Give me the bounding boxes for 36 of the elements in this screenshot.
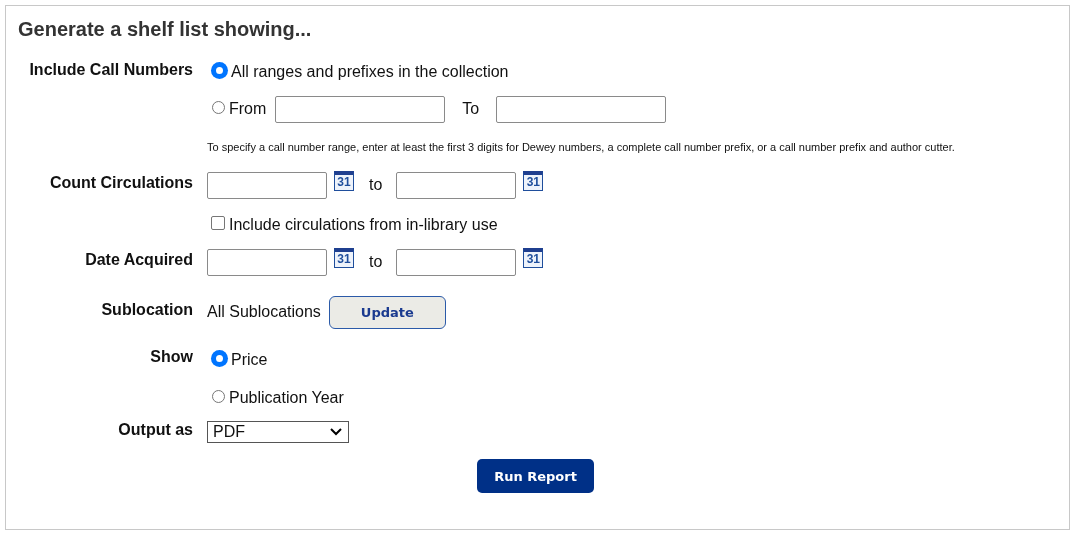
to-label: to [369,253,383,271]
update-button[interactable]: Update [328,295,446,329]
start-date-field[interactable] [207,248,327,276]
option-label: From [229,100,267,118]
radio-button[interactable] [212,350,227,366]
end-date-field[interactable] [396,171,517,199]
form-title: Generate a shelf list showing... [17,17,313,42]
calendar-icon[interactable]: 31 [334,171,354,191]
output-format-dropdown[interactable]: PDF [207,421,349,443]
to-label: To [462,100,480,118]
field-label: Output as [117,421,193,439]
to-field[interactable] [496,95,667,123]
field-label: Sublocation [100,301,193,319]
option-label: Price [231,351,268,369]
field-label: Include Call Numbers [28,61,193,79]
option-label: Publication Year [229,389,344,407]
end-date-field[interactable] [396,248,517,276]
run-report-button[interactable]: Run Report [477,459,594,493]
radio-button[interactable] [212,100,225,114]
checkbox-label: Include circulations from in-library use [229,216,498,234]
radio-button[interactable] [212,389,225,403]
sublocation-value: All Sublocations [207,303,321,321]
field-label: Show [149,348,193,366]
calendar-icon[interactable]: 31 [334,248,354,268]
hint-text: To specify a call number range, enter at least the first 3 digits for Dewey numbers, a complete call number prefix, or a call number prefix and author cutter. [207,141,956,153]
field-label: Count Circulations [48,174,193,192]
chevron-down-icon [330,428,342,436]
option-label: All ranges and prefixes in the collection [231,63,509,81]
start-date-field[interactable] [207,171,327,199]
from-field[interactable] [275,95,446,123]
calendar-icon[interactable]: 31 [523,171,544,191]
field-label: Date Acquired [84,251,193,269]
radio-button[interactable] [212,62,227,78]
calendar-icon[interactable]: 31 [523,248,544,268]
to-label: to [369,176,383,194]
checkbox[interactable] [211,216,225,230]
